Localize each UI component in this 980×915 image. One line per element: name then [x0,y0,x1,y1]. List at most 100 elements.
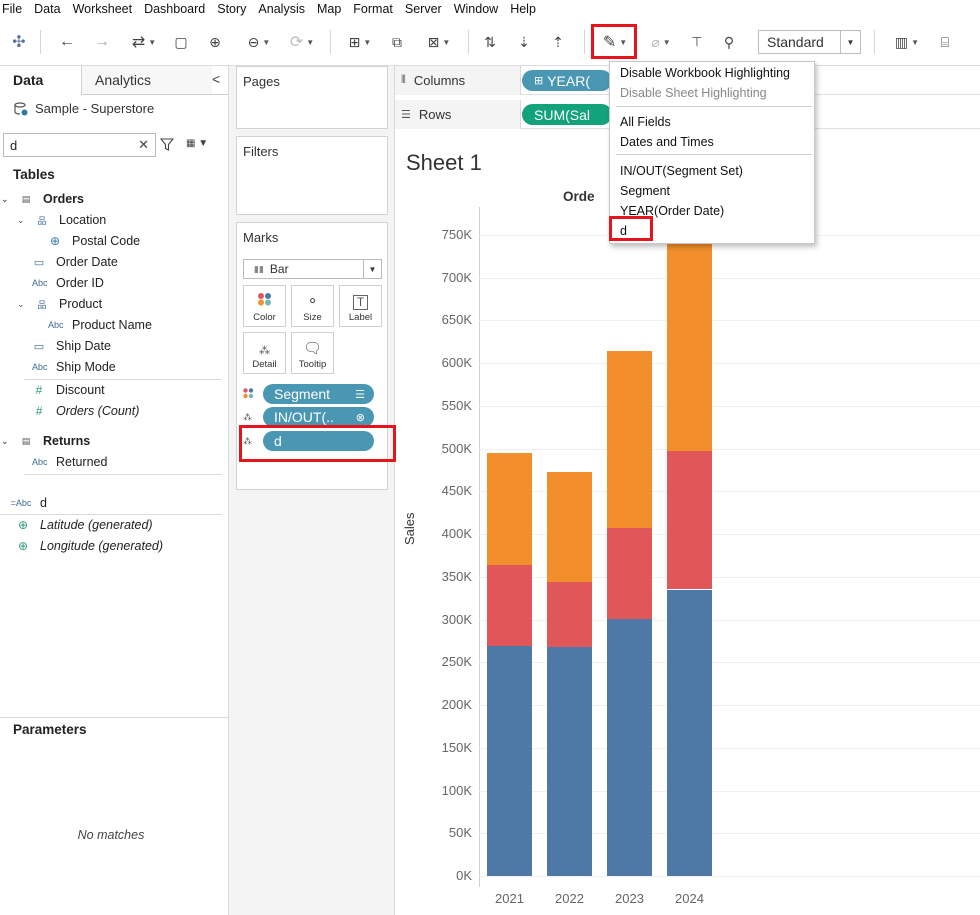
duplicate-sheet-icon[interactable]: ⧉ [386,29,408,55]
segment-pill[interactable]: Segment ☰ [263,384,374,404]
field-orders-count[interactable]: # Orders (Count) [32,402,140,420]
chevron-down-icon[interactable]: ⌄ [1,194,13,205]
field-latitude[interactable]: ⊕ Latitude (generated) [16,516,153,534]
menu-item-all-fields[interactable]: All Fields [620,115,671,129]
menu-story[interactable]: Story [215,2,254,16]
field-label: Returns [43,434,91,448]
sort-descending-icon[interactable]: ⇡ [547,29,569,55]
field-product-name[interactable]: Abc Product Name [48,316,152,334]
chevron-down-icon[interactable]: ⌄ [17,215,29,226]
y-tick-label: 550K [441,398,472,413]
tables-heading: Tables [13,167,55,182]
view-mode-select[interactable]: Standard ▼ [758,30,861,54]
collapse-pane-icon[interactable]: < [212,71,220,87]
bar-segment-2024-0[interactable] [667,590,712,876]
field-order-id[interactable]: Abc Order ID [32,274,104,292]
menu-analysis[interactable]: Analysis [256,2,313,16]
chevron-down-icon[interactable]: ⌄ [17,299,29,310]
bar-segment-2024-2[interactable] [667,235,712,451]
x-tick-label: 2024 [675,891,704,906]
highlight-button-annotation [591,24,637,59]
show-labels-icon[interactable]: ⊤ [686,29,708,55]
show-me-icon[interactable]: ▥ ▼ [888,29,926,55]
color-button[interactable]: Color [243,285,286,327]
tab-data[interactable]: Data [0,66,82,95]
menu-item-disable-workbook-highlighting[interactable]: Disable Workbook Highlighting [620,66,790,80]
presentation-icon[interactable]: ⌸ [934,29,956,55]
set-icon: ⊗ [355,411,365,424]
field-longitude[interactable]: ⊕ Longitude (generated) [16,537,163,555]
field-search-input[interactable]: d ✕ [3,133,156,157]
bar-segment-2022-2[interactable] [547,472,592,582]
data-source[interactable]: Sample - Superstore [14,101,154,116]
filters-shelf[interactable]: Filters [236,136,388,215]
bar-segment-2024-1[interactable] [667,451,712,589]
swap-icon[interactable]: ⇄ ▼ [124,29,164,55]
swap-rows-columns-icon[interactable]: ⇅ [479,29,501,55]
field-location[interactable]: ⌄ 品 Location [17,211,106,229]
group-members-icon[interactable]: ⌀ ▼ [642,29,680,55]
tooltip-button[interactable]: 🗨 Tooltip [291,332,334,374]
filter-icon[interactable] [159,138,175,154]
d-pill-annotation [239,425,396,462]
field-table-orders[interactable]: ⌄ ▤ Orders [1,190,84,208]
sheet-title: Sheet 1 [406,150,482,175]
field-ship-date[interactable]: ▭ Ship Date [32,337,111,355]
tableau-logo-icon[interactable]: ✣ [8,29,30,55]
menu-dashboard[interactable]: Dashboard [142,2,213,16]
menu-item-segment[interactable]: Segment [620,184,670,198]
menu-file[interactable]: File [0,2,30,16]
columns-pill[interactable]: ⊞ YEAR( [522,70,612,91]
abc-icon: Abc [32,362,48,372]
menu-worksheet[interactable]: Worksheet [71,2,141,16]
inout-pill[interactable]: IN/OUT(.. ⊗ [263,407,374,427]
menu-window[interactable]: Window [452,2,506,16]
view-list-icon[interactable]: ▦ ▼ [186,138,208,149]
field-product[interactable]: ⌄ 品 Product [17,295,102,313]
field-postal-code[interactable]: ⊕ Postal Code [48,232,140,250]
field-discount[interactable]: # Discount [32,381,105,399]
menu-format[interactable]: Format [351,2,401,16]
bar-segment-2023-2[interactable] [607,351,652,528]
refresh-icon[interactable]: ⟳ ▼ [283,29,321,55]
label-button[interactable]: T Label [339,285,382,327]
bar-segment-2022-1[interactable] [547,582,592,647]
rows-pill[interactable]: SUM(Sal [522,104,612,125]
size-button[interactable]: ⚬ Size [291,285,334,327]
new-datasource-icon[interactable]: ⊕ [205,29,225,55]
field-d[interactable]: =Abc d [10,494,47,512]
field-ship-mode[interactable]: Abc Ship Mode [32,358,116,376]
menu-item-inout-segment-set[interactable]: IN/OUT(Segment Set) [620,164,743,178]
bar-segment-2023-1[interactable] [607,528,652,619]
menu-server[interactable]: Server [403,2,450,16]
bar-segment-2022-0[interactable] [547,647,592,876]
new-worksheet-icon[interactable]: ⊞ ▼ [341,29,379,55]
marks-pill-segment[interactable]: Segment ☰ [243,383,374,405]
bar-segment-2021-2[interactable] [487,453,532,565]
detail-button[interactable]: ⁂ Detail [243,332,286,374]
redo-icon[interactable]: → [91,29,113,55]
pause-auto-update-icon[interactable]: ⊖ ▼ [240,29,278,55]
pages-shelf[interactable]: Pages [236,66,388,129]
bar-segment-2021-0[interactable] [487,646,532,876]
bar-segment-2021-1[interactable] [487,565,532,646]
menu-help[interactable]: Help [508,2,544,16]
field-returned[interactable]: Abc Returned [32,453,107,471]
x-tick-label: 2021 [495,891,524,906]
field-table-returns[interactable]: ⌄ ▤ Returns [1,432,90,450]
fix-axes-icon[interactable]: ⚲ [718,29,740,55]
menu-data[interactable]: Data [32,2,68,16]
tab-analytics[interactable]: Analytics [82,66,212,94]
chevron-down-icon[interactable]: ⌄ [1,436,13,447]
bar-segment-2023-0[interactable] [607,619,652,876]
menu-item-dates-and-times[interactable]: Dates and Times [620,135,714,149]
clear-sheet-icon[interactable]: ⊠ ▼ [420,29,458,55]
sort-ascending-icon[interactable]: ⇣ [513,29,535,55]
menu-map[interactable]: Map [315,2,349,16]
undo-icon[interactable]: ← [56,29,78,55]
mark-type-select[interactable]: ▮▮ Bar ▼ [243,259,382,279]
clear-search-icon[interactable]: ✕ [138,137,149,153]
size-label: Size [303,312,322,323]
save-icon[interactable]: ▢ [171,29,191,55]
field-order-date[interactable]: ▭ Order Date [32,253,118,271]
